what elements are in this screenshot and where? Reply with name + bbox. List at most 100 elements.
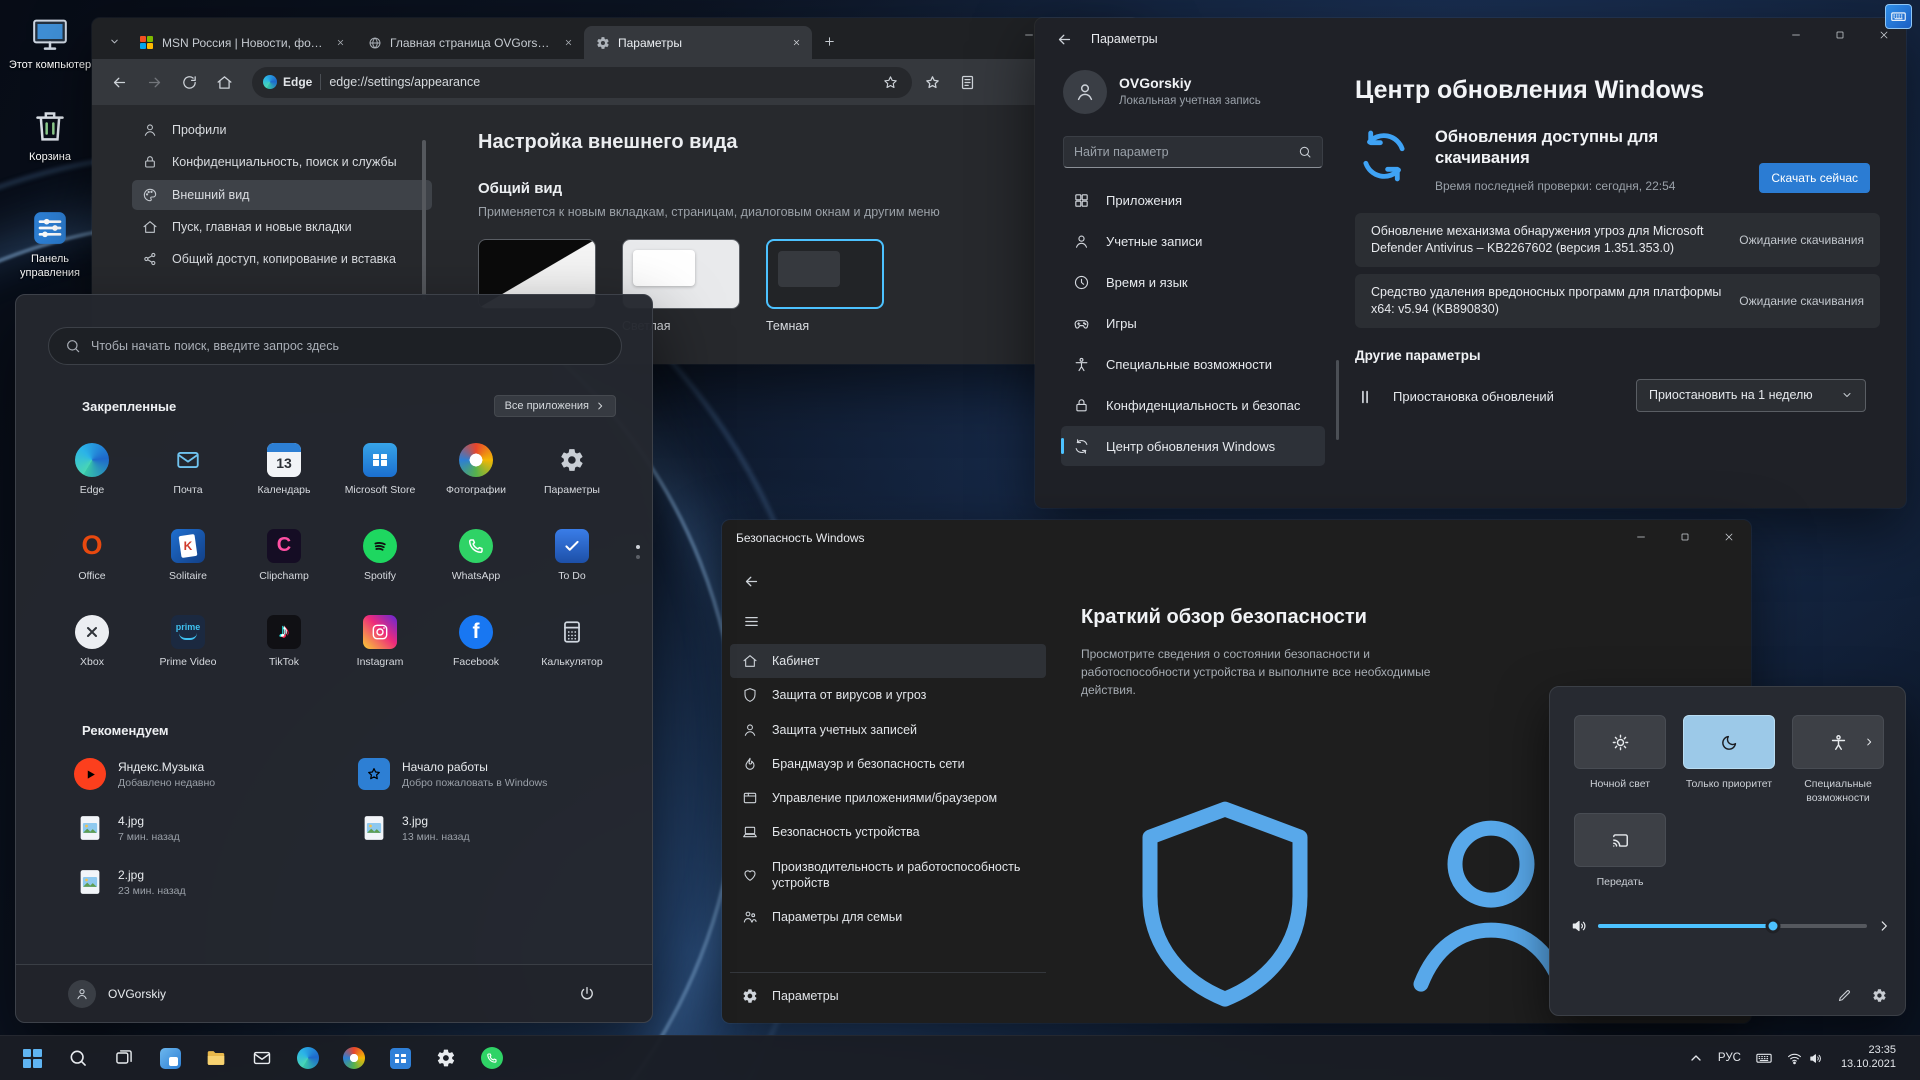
settings-nav-windows-update[interactable]: Центр обновления Windows: [1061, 426, 1325, 466]
security-nav-firewall[interactable]: Брандмауэр и безопасность сети: [730, 747, 1046, 781]
quick-tile-focus-assist[interactable]: [1683, 715, 1775, 769]
security-nav-home[interactable]: Кабинет: [730, 644, 1046, 678]
browser-tab[interactable]: Параметры: [584, 26, 812, 59]
close-button[interactable]: [1707, 520, 1751, 554]
taskbar-button-settings[interactable]: [426, 1038, 466, 1078]
start-search-field[interactable]: [48, 327, 622, 365]
back-button[interactable]: [1049, 24, 1079, 54]
browser-tab[interactable]: Главная страница OVGorskiy: [356, 26, 584, 59]
minimize-button[interactable]: [1774, 18, 1818, 52]
edge-settings-nav-item[interactable]: Конфиденциальность, поиск и службы: [132, 147, 432, 177]
taskbar-button-file-explorer[interactable]: [196, 1038, 236, 1078]
download-now-button[interactable]: Скачать сейчас: [1759, 163, 1870, 193]
forward-button[interactable]: [139, 67, 169, 97]
network-volume-button[interactable]: [1781, 1040, 1829, 1076]
taskbar-button-store[interactable]: [380, 1038, 420, 1078]
settings-nav-apps[interactable]: Приложения: [1061, 180, 1325, 220]
edge-settings-nav-item[interactable]: Профили: [132, 115, 432, 145]
back-button[interactable]: [736, 566, 766, 596]
security-nav-device-health[interactable]: Производительность и работоспособность у…: [730, 850, 1046, 901]
volume-slider-thumb[interactable]: [1765, 919, 1780, 934]
taskbar-button-whatsapp[interactable]: [472, 1038, 512, 1078]
language-indicator[interactable]: РУС: [1712, 1040, 1747, 1076]
start-app-spotify[interactable]: Spotify: [332, 513, 428, 597]
touch-keyboard-icon[interactable]: [1749, 1040, 1779, 1076]
start-app-prime-video[interactable]: primePrime Video: [140, 599, 236, 683]
desktop-icon-recycle-bin[interactable]: Корзина: [8, 106, 92, 165]
menu-button[interactable]: [736, 606, 766, 636]
taskbar-button-search[interactable]: [58, 1038, 98, 1078]
start-app-office[interactable]: OOffice: [44, 513, 140, 597]
start-app-settings[interactable]: Параметры: [524, 427, 620, 511]
start-app-clipchamp[interactable]: CClipchamp: [236, 513, 332, 597]
security-nav-app-browser[interactable]: Управление приложениями/браузером: [730, 781, 1046, 815]
quick-tile-cast[interactable]: [1574, 813, 1666, 867]
edge-settings-nav-item[interactable]: Внешний вид: [132, 180, 432, 210]
volume-icon[interactable]: [1570, 917, 1588, 935]
start-app-calendar[interactable]: 13Календарь: [236, 427, 332, 511]
security-nav-settings[interactable]: Параметры: [730, 979, 1046, 1013]
minimize-button[interactable]: [1619, 520, 1663, 554]
scrollbar[interactable]: [422, 140, 426, 300]
all-apps-button[interactable]: Все приложения: [494, 395, 616, 417]
start-app-tiktok[interactable]: ♪TikTok: [236, 599, 332, 683]
edge-settings-nav-item[interactable]: Общий доступ, копирование и вставка: [132, 244, 432, 274]
update-row[interactable]: Средство удаления вредоносных программ д…: [1355, 274, 1880, 328]
collections-button[interactable]: [952, 67, 982, 97]
recommended-item[interactable]: 4.jpg7 мин. назад: [66, 807, 342, 849]
edge-settings-nav-item[interactable]: Пуск, главная и новые вкладки: [132, 212, 432, 242]
update-row[interactable]: Обновление механизма обнаружения угроз д…: [1355, 213, 1880, 267]
recommended-item[interactable]: Яндекс.МузыкаДобавлено недавно: [66, 753, 342, 795]
start-app-solitaire[interactable]: KSolitaire: [140, 513, 236, 597]
maximize-button[interactable]: [1663, 520, 1707, 554]
start-app-whatsapp[interactable]: WhatsApp: [428, 513, 524, 597]
settings-nav-accessibility[interactable]: Специальные возможности: [1061, 344, 1325, 384]
clock[interactable]: 23:35 13.10.2021: [1831, 1044, 1906, 1072]
power-button[interactable]: [578, 985, 596, 1003]
taskbar-button-task-view[interactable]: [104, 1038, 144, 1078]
settings-search-input[interactable]: [1074, 145, 1290, 159]
maximize-button[interactable]: [1818, 18, 1862, 52]
settings-nav-gaming[interactable]: Игры: [1061, 303, 1325, 343]
security-nav-family[interactable]: Параметры для семьи: [730, 900, 1046, 934]
tab-actions-menu-icon[interactable]: [102, 29, 126, 53]
favorites-button[interactable]: [917, 67, 947, 97]
settings-nav-time-language[interactable]: Время и язык: [1061, 262, 1325, 302]
tray-overflow-chevron-icon[interactable]: [1682, 1040, 1710, 1076]
start-app-edge[interactable]: Edge: [44, 427, 140, 511]
start-app-xbox[interactable]: Xbox: [44, 599, 140, 683]
start-app-todo[interactable]: To Do: [524, 513, 620, 597]
scrollbar[interactable]: [1336, 360, 1339, 440]
theme-option-dark[interactable]: Темная: [766, 239, 884, 333]
quick-tile-night-light[interactable]: [1574, 715, 1666, 769]
settings-nav-accounts[interactable]: Учетные записи: [1061, 221, 1325, 261]
user-profile[interactable]: OVGorskiy Локальная учетная запись: [1055, 64, 1331, 120]
pause-duration-dropdown[interactable]: Приостановить на 1 неделю: [1636, 379, 1866, 412]
desktop-icon-this-pc[interactable]: Этот компьютер: [8, 14, 92, 73]
pinned-page-dots[interactable]: [636, 545, 640, 559]
recommended-item[interactable]: Начало работыДобро пожаловать в Windows: [350, 753, 626, 795]
tab-close-icon[interactable]: [332, 35, 348, 51]
taskbar-button-mail[interactable]: [242, 1038, 282, 1078]
taskbar-button-widgets[interactable]: [150, 1038, 190, 1078]
quick-tile-accessibility[interactable]: [1792, 715, 1884, 769]
settings-search-field[interactable]: [1063, 136, 1323, 168]
start-app-calculator[interactable]: Калькулятор: [524, 599, 620, 683]
settings-nav-privacy[interactable]: Конфиденциальность и безопас: [1061, 385, 1325, 425]
start-app-photos[interactable]: Фотографии: [428, 427, 524, 511]
home-button[interactable]: [209, 67, 239, 97]
edit-quick-settings-button[interactable]: [1837, 988, 1852, 1003]
new-tab-button[interactable]: [816, 28, 842, 54]
recommended-item[interactable]: 3.jpg13 мин. назад: [350, 807, 626, 849]
security-nav-virus-shield[interactable]: Защита от вирусов и угроз: [730, 678, 1046, 712]
tab-close-icon[interactable]: [560, 35, 576, 51]
touch-keyboard-indicator-icon[interactable]: [1885, 4, 1912, 29]
taskbar-button-start[interactable]: [12, 1038, 52, 1078]
taskbar-button-edge[interactable]: [288, 1038, 328, 1078]
start-app-facebook[interactable]: fFacebook: [428, 599, 524, 683]
start-app-mail[interactable]: Почта: [140, 427, 236, 511]
desktop-icon-control-panel[interactable]: Панель управления: [8, 208, 92, 281]
security-nav-device-security[interactable]: Безопасность устройства: [730, 815, 1046, 849]
start-app-instagram[interactable]: Instagram: [332, 599, 428, 683]
browser-tab[interactable]: MSN Россия | Новости, фото, п: [128, 26, 356, 59]
